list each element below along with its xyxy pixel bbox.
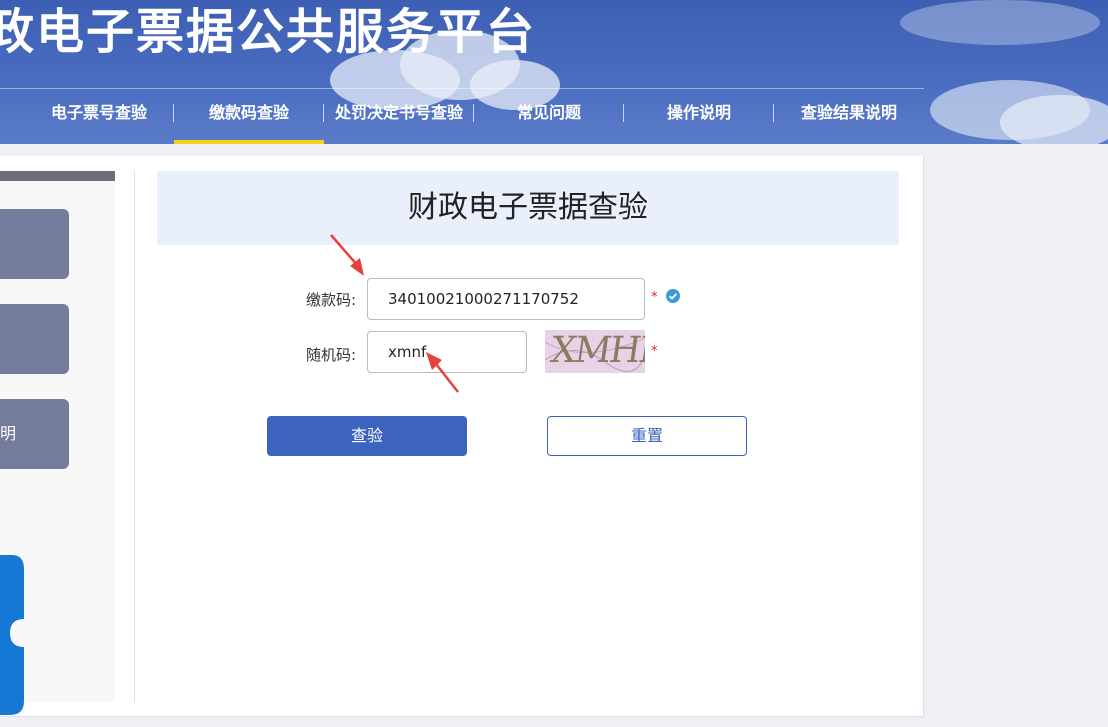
payment-code-input[interactable] [367, 278, 645, 320]
payment-code-label: 缴款码: [305, 291, 356, 309]
captcha-text: XMHF [548, 330, 645, 371]
required-mark: * [651, 290, 658, 305]
app-logo-icon[interactable] [0, 555, 24, 715]
site-title: 政电子票据公共服务平台 [0, 4, 537, 60]
sidebar-button-2[interactable] [0, 304, 69, 374]
required-mark: * [651, 344, 658, 359]
cloud-decoration [900, 0, 1100, 45]
captcha-label: 随机码: [305, 346, 356, 364]
nav-label: 缴款码查验 [208, 103, 289, 122]
nav-label: 处罚决定书号查验 [334, 103, 463, 122]
nav-label: 操作说明 [666, 103, 731, 122]
sidebar-button-label: 明 [0, 424, 17, 443]
content-panel: 明 财政电子票据查验 缴款码: * 随机码: XMHF * 查验 重置 [0, 156, 924, 717]
main-nav: 电子票号查验 缴款码查验 处罚决定书号查验 常见问题 操作说明 查验结果说明 [24, 96, 924, 144]
nav-item-payment-code[interactable]: 缴款码查验 [174, 96, 324, 144]
nav-label: 常见问题 [516, 103, 581, 122]
sidebar-top-bar [0, 171, 115, 181]
red-arrow-icon [330, 234, 364, 276]
nav-item-faq[interactable]: 常见问题 [474, 96, 624, 144]
sidebar: 明 [0, 171, 115, 715]
nav-divider [0, 88, 924, 89]
sidebar-button-3[interactable]: 明 [0, 399, 69, 469]
nav-item-invoice-number[interactable]: 电子票号查验 [24, 96, 174, 144]
nav-label: 查验结果说明 [800, 103, 897, 122]
captcha-image[interactable]: XMHF [545, 330, 645, 373]
cloud-decoration [1000, 95, 1108, 144]
page-title: 财政电子票据查验 [157, 171, 899, 245]
nav-item-result-explanation[interactable]: 查验结果说明 [774, 96, 924, 144]
reset-button[interactable]: 重置 [547, 416, 747, 456]
check-circle-icon [666, 289, 680, 303]
nav-item-penalty-decision[interactable]: 处罚决定书号查验 [324, 96, 474, 144]
site-header: 政电子票据公共服务平台 电子票号查验 缴款码查验 处罚决定书号查验 常见问题 操… [0, 0, 1108, 144]
sidebar-button-1[interactable] [0, 209, 69, 279]
nav-item-instructions[interactable]: 操作说明 [624, 96, 774, 144]
sidebar-divider [134, 171, 135, 702]
verify-button[interactable]: 查验 [267, 416, 467, 456]
red-arrow-icon [426, 352, 459, 393]
nav-label: 电子票号查验 [50, 103, 147, 122]
